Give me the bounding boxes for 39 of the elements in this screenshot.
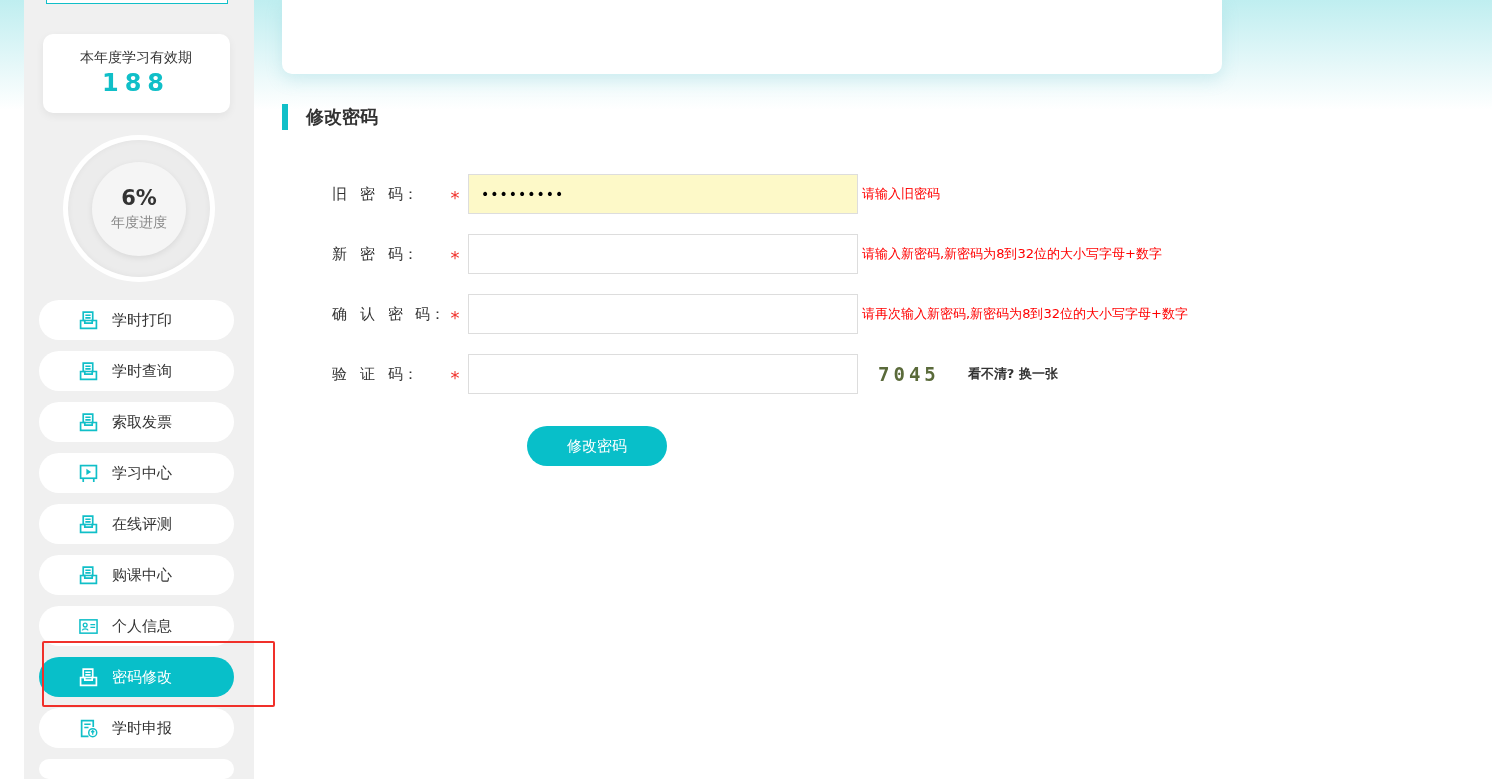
required-mark: * xyxy=(449,185,461,208)
validity-value: 188 xyxy=(101,69,171,98)
document-tray-icon xyxy=(78,361,98,381)
sidebar-item[interactable]: 学时申报 xyxy=(38,708,234,748)
progress-label: 年度进度 xyxy=(111,213,167,232)
sidebar-item[interactable]: 在线评测 xyxy=(38,504,234,544)
section-title: 修改密码 xyxy=(282,104,1492,130)
sidebar-item[interactable]: 购课中心 xyxy=(38,555,234,595)
document-upload-icon xyxy=(78,718,98,738)
required-mark: * xyxy=(449,305,461,328)
input-field[interactable] xyxy=(468,294,858,334)
hint-text: 请输入旧密码 xyxy=(862,185,940,203)
input-field[interactable]: ••••••••• xyxy=(468,174,858,214)
refresh-captcha-link[interactable]: 看不清? 换一张 xyxy=(967,365,1058,383)
sidebar-item[interactable]: 个人信息 xyxy=(38,606,234,646)
input-field[interactable] xyxy=(468,354,858,394)
input-field[interactable] xyxy=(468,234,858,274)
document-tray-icon xyxy=(78,667,98,687)
document-tray-icon xyxy=(78,514,98,534)
required-mark: * xyxy=(449,245,461,268)
field-label: 旧 密 码： xyxy=(332,184,419,204)
sidebar-item[interactable]: 学习中心 xyxy=(38,453,234,493)
play-screen-icon xyxy=(78,463,98,483)
hint-text: 请再次输入新密码,新密码为8到32位的大小写字母+数字 xyxy=(862,305,1188,323)
document-tray-icon xyxy=(78,310,98,330)
document-tray-icon xyxy=(78,412,98,432)
field-label: 验 证 码： xyxy=(332,364,419,384)
sidebar-item[interactable]: 学时查询 xyxy=(38,351,234,391)
id-card-icon xyxy=(78,616,98,636)
field-label: 确 认 密 码： xyxy=(332,304,444,324)
required-mark: * xyxy=(449,365,461,388)
hint-text: 请输入新密码,新密码为8到32位的大小写字母+数字 xyxy=(862,245,1162,263)
field-label: 新 密 码： xyxy=(332,244,419,264)
sidebar-item[interactable]: 索取发票 xyxy=(38,402,234,442)
progress-percent: 6% xyxy=(121,185,157,210)
validity-label: 本年度学习有效期 xyxy=(80,49,192,68)
sidebar-item[interactable]: 学时打印 xyxy=(38,300,234,340)
document-tray-icon xyxy=(78,565,98,585)
captcha-image: 7045 xyxy=(878,363,940,385)
